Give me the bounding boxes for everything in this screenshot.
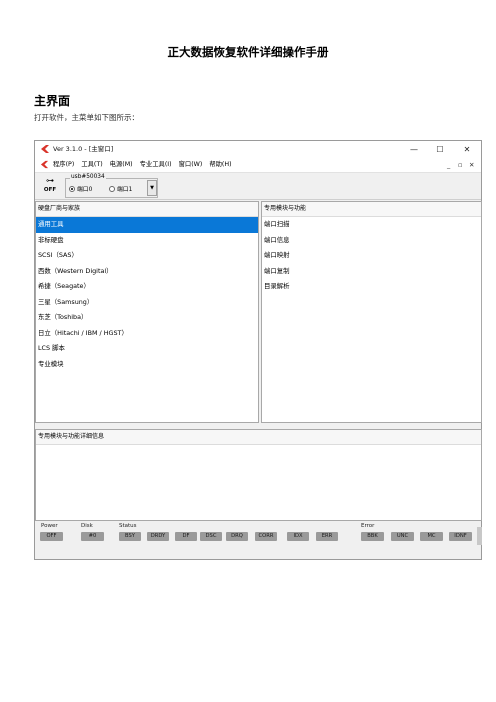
power-status-label: Power — [41, 523, 58, 529]
error-flag-badge: IDNF — [449, 532, 472, 541]
error-flags-label: Error — [361, 523, 375, 529]
status-flag-badge: DSC — [200, 532, 222, 541]
port-1-radio[interactable] — [109, 185, 115, 192]
module-pane-header: 专用模块与功能 — [262, 202, 481, 217]
vendor-list-item[interactable]: 东芝（Toshiba） — [36, 310, 258, 326]
mdi-restore-button[interactable]: ▫ — [458, 158, 462, 172]
title-bar: Ver 3.1.0 - [主窗口] — ☐ ✕ — [35, 141, 481, 158]
power-toggle[interactable]: ⊶ OFF — [39, 176, 61, 196]
power-status-badge: OFF — [40, 532, 63, 541]
vendor-list: 通用工具 非标硬盘 SCSI（SAS） 西数（Western Digital） 希捷（S… — [36, 217, 258, 372]
app-logo-icon — [41, 145, 49, 153]
status-flag-badge: DF — [175, 532, 197, 541]
module-list-item[interactable]: 端口信息 — [262, 233, 481, 249]
module-list-item[interactable]: 端口复制 — [262, 264, 481, 280]
vendor-list-item[interactable]: 希捷（Seagate） — [36, 279, 258, 295]
section-title: 主界面 — [34, 94, 71, 108]
app-window: Ver 3.1.0 - [主窗口] — ☐ ✕ 程序(P) 工具(T) 电源(M) 专… — [34, 140, 482, 560]
app-menu-icon[interactable] — [40, 160, 49, 169]
port-0-label: 端口0 — [77, 187, 93, 193]
document-title: 正大数据恢复软件详细操作手册 — [167, 45, 329, 59]
intro-text: 打开软件，主菜单如下图所示： — [34, 113, 139, 122]
status-flag-badge: DRDY — [147, 532, 169, 541]
window-title: Ver 3.1.0 - [主窗口] — [53, 145, 114, 153]
vendor-list-item[interactable]: LCS 脚本 — [36, 341, 258, 357]
power-state-label: OFF — [43, 187, 57, 193]
error-flag-badge: BBK — [361, 532, 384, 541]
status-scrollbar[interactable] — [477, 527, 482, 545]
module-list-item[interactable]: 目录解析 — [262, 279, 481, 295]
minimize-button[interactable]: — — [403, 141, 425, 158]
status-flag-badge: CORR — [255, 532, 277, 541]
vendor-list-item[interactable]: SCSI（SAS） — [36, 248, 258, 264]
status-flag-badge: ERR — [316, 532, 338, 541]
menu-items: 程序(P) 工具(T) 电源(M) 专业工具(I) 窗口(W) 帮助(H) — [53, 158, 232, 172]
module-pane: 专用模块与功能 端口扫描 端口信息 端口映射 端口复制 目录解析 — [261, 201, 482, 423]
menu-item[interactable]: 电源(M) — [110, 158, 133, 172]
error-flag-badge: UNC — [391, 532, 414, 541]
port-group: usb#50034 端口0 端口1 — [65, 174, 158, 198]
port-0-option[interactable]: 端口0 — [69, 184, 92, 193]
vendor-pane: 硬盘厂商与家族 通用工具 非标硬盘 SCSI（SAS） 西数（Western Digi… — [35, 201, 259, 423]
menu-item[interactable]: 帮助(H) — [209, 158, 231, 172]
status-flag-badge: DRQ — [226, 532, 248, 541]
error-flag-badge: MC — [420, 532, 443, 541]
vendor-list-item[interactable]: 专业模块 — [36, 357, 258, 373]
toolbar: ⊶ OFF usb#50034 端口0 端口1 ▼ — [35, 173, 481, 200]
disk-status-badge: #0 — [81, 532, 104, 541]
vendor-pane-header: 硬盘厂商与家族 — [36, 202, 258, 217]
menu-item[interactable]: 窗口(W) — [179, 158, 203, 172]
mdi-close-button[interactable]: ✕ — [469, 158, 474, 172]
module-list: 端口扫描 端口信息 端口映射 端口复制 目录解析 — [262, 217, 481, 295]
disk-status-label: Disk — [81, 523, 93, 529]
port-1-option[interactable]: 端口1 — [109, 184, 132, 193]
status-bar: Power OFF Disk #0 Status BSY DRDY DF DSC DRQ… — [35, 523, 482, 559]
menu-item[interactable]: 工具(T) — [81, 158, 102, 172]
detail-pane: 专用模块与功能详细信息 — [35, 429, 482, 521]
vendor-list-item[interactable]: 非标硬盘 — [36, 233, 258, 249]
vendor-list-item[interactable]: 日立（Hitachi / IBM / HGST） — [36, 326, 258, 342]
menu-bar: 程序(P) 工具(T) 电源(M) 专业工具(I) 窗口(W) 帮助(H) _ ▫ ✕ — [35, 158, 481, 173]
status-flags-label: Status — [119, 523, 137, 529]
device-label: usb#50034 — [70, 174, 106, 180]
vendor-list-item[interactable]: 西数（Western Digital） — [36, 264, 258, 280]
detail-pane-header: 专用模块与功能详细信息 — [36, 430, 481, 445]
close-button[interactable]: ✕ — [456, 141, 478, 158]
menu-item[interactable]: 程序(P) — [53, 158, 74, 172]
power-plug-icon: ⊶ — [46, 176, 54, 185]
status-flag-badge: BSY — [119, 532, 141, 541]
vendor-list-item[interactable]: 三星（Samsung） — [36, 295, 258, 311]
vendor-list-item[interactable]: 通用工具 — [36, 217, 258, 233]
port-1-label: 端口1 — [117, 187, 133, 193]
port-0-radio[interactable] — [69, 185, 75, 192]
module-list-item[interactable]: 端口扫描 — [262, 217, 481, 233]
maximize-button[interactable]: ☐ — [429, 141, 451, 158]
menu-item[interactable]: 专业工具(I) — [140, 158, 172, 172]
device-dropdown-button[interactable]: ▼ — [147, 180, 157, 196]
mdi-minimize-button[interactable]: _ — [447, 158, 450, 172]
status-flag-badge: IDX — [287, 532, 309, 541]
module-list-item[interactable]: 端口映射 — [262, 248, 481, 264]
